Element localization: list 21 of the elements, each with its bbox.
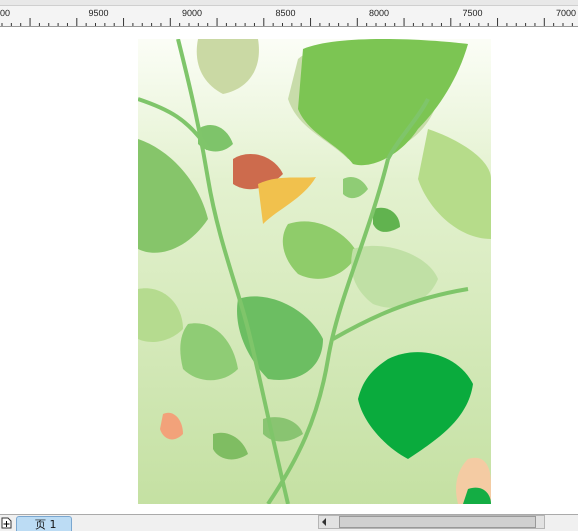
leaf-shape (343, 177, 368, 198)
ruler-label: 00 (0, 8, 10, 18)
leaf-shape (138, 288, 183, 342)
leaf-shape (233, 154, 283, 190)
left-arrow-icon[interactable] (321, 518, 327, 526)
ruler-label: 8000 (369, 8, 390, 18)
horizontal-scrollbar[interactable] (318, 515, 545, 529)
ruler-label: 9000 (182, 8, 202, 18)
page-tab[interactable]: 页 1 (16, 516, 72, 531)
add-page-icon[interactable] (1, 517, 12, 529)
scrollbar-thumb[interactable] (339, 516, 536, 528)
leaf-shape (373, 208, 400, 232)
leaf-shape (213, 432, 248, 460)
ruler-label: 9500 (88, 8, 109, 18)
leaf-shape (160, 412, 183, 440)
leaf-shape (258, 177, 316, 224)
ruler-label: 7000 (556, 8, 576, 18)
ruler-label: 8500 (276, 8, 296, 18)
leaf-shape (196, 39, 259, 94)
leaf-shape (263, 417, 303, 442)
ruler-label: 7500 (462, 8, 483, 18)
